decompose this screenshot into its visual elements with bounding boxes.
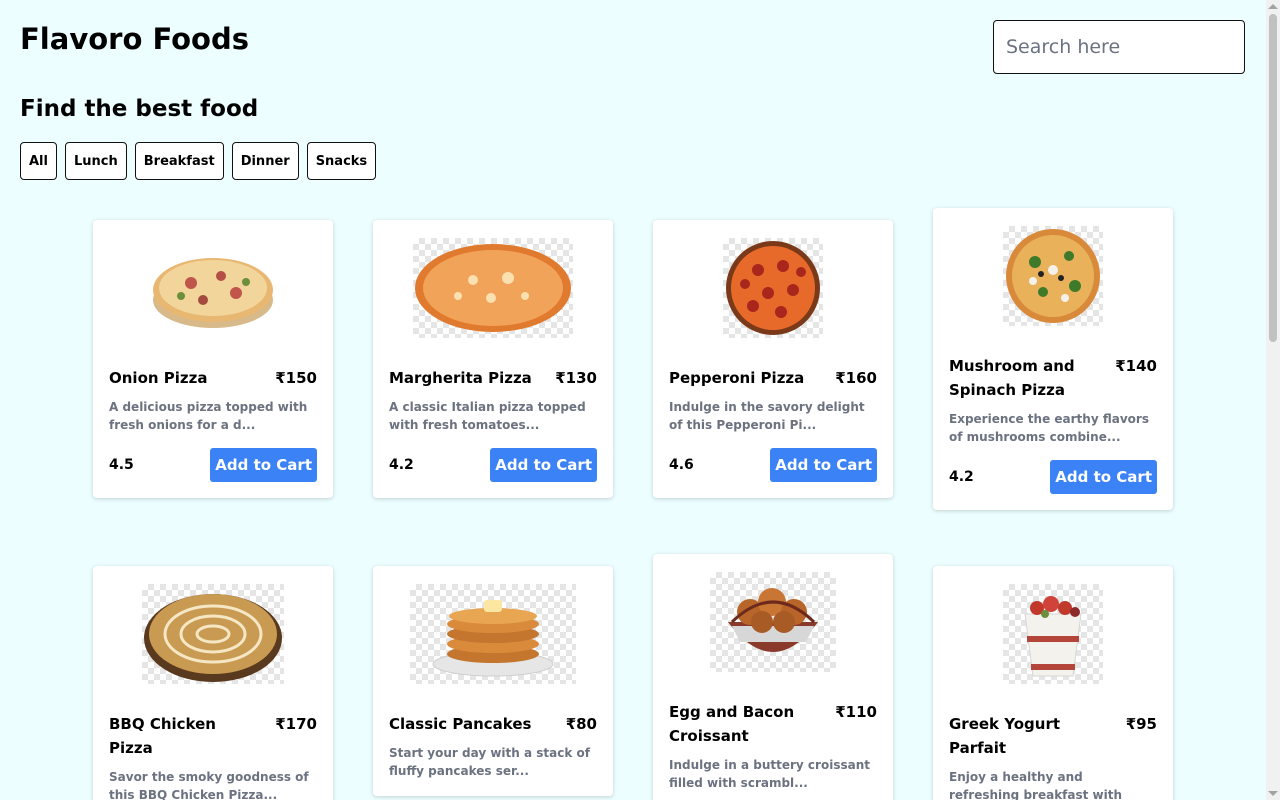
food-rating: 4.2 [389,457,414,473]
food-description: Enjoy a healthy and refreshing breakfast… [949,770,1123,800]
food-image [669,570,877,674]
food-image [949,224,1157,328]
food-image [669,236,877,340]
food-price: ₹140 [1115,357,1157,375]
food-image [109,236,317,340]
croissant-basket-icon [710,572,836,672]
filter-breakfast-button[interactable]: Breakfast [134,142,224,180]
food-card: Greek Yogurt Parfait ₹95 Enjoy a healthy… [933,566,1173,800]
page: Flavoro Foods Find the best food All Lun… [0,0,1266,800]
food-name: Greek Yogurt Parfait [949,715,1061,757]
food-description: Experience the earthy flavors of mushroo… [949,412,1149,444]
food-image [389,236,597,340]
add-to-cart-button[interactable]: Add to Cart [210,448,317,482]
food-card: BBQ Chicken Pizza ₹170 Savor the smoky g… [93,566,333,800]
pizza-icon [151,238,275,338]
pizza-icon [413,238,573,338]
food-description: Start your day with a stack of fluffy pa… [389,746,590,778]
food-card: Classic Pancakes ₹80 Start your day with… [373,566,613,796]
food-image [109,582,317,686]
brand-title: Flavoro Foods [20,22,249,56]
food-rating: 4.5 [109,457,134,473]
food-name: BBQ Chicken Pizza [109,715,216,757]
filter-all-button[interactable]: All [20,142,57,180]
food-card: Pepperoni Pizza ₹160 Indulge in the savo… [653,220,893,498]
food-price: ₹170 [275,715,317,733]
search-input[interactable] [993,20,1245,74]
filter-dinner-button[interactable]: Dinner [231,142,299,180]
pizza-icon [142,584,284,684]
food-price: ₹130 [555,369,597,387]
food-name: Margherita Pizza [389,369,532,387]
category-filters: All Lunch Breakfast Dinner Snacks [20,142,377,180]
add-to-cart-button[interactable]: Add to Cart [770,448,877,482]
food-price: ₹150 [275,369,317,387]
food-price: ₹160 [835,369,877,387]
food-description: Savor the smoky goodness of this BBQ Chi… [109,770,309,800]
pizza-icon [1003,226,1103,326]
food-name: Classic Pancakes [389,715,532,733]
pizza-icon [723,238,823,338]
food-description: A classic Italian pizza topped with fres… [389,400,586,432]
food-card: Onion Pizza ₹150 A delicious pizza toppe… [93,220,333,498]
food-card: Mushroom and Spinach Pizza ₹140 Experien… [933,208,1173,510]
food-name: Egg and Bacon Croissant [669,703,795,745]
food-card: Margherita Pizza ₹130 A classic Italian … [373,220,613,498]
food-price: ₹110 [835,703,877,721]
food-price: ₹95 [1125,715,1157,733]
vertical-scrollbar[interactable] [1266,0,1280,800]
pancake-icon [410,584,576,684]
food-description: Indulge in a buttery croissant filled wi… [669,758,870,790]
filter-lunch-button[interactable]: Lunch [64,142,127,180]
scroll-up-icon[interactable] [1268,4,1278,9]
food-name: Pepperoni Pizza [669,369,805,387]
food-name: Mushroom and Spinach Pizza [949,357,1075,399]
section-subtitle: Find the best food [20,96,259,122]
add-to-cart-button[interactable]: Add to Cart [1050,460,1157,494]
food-card: Egg and Bacon Croissant ₹110 Indulge in … [653,554,893,800]
filter-snacks-button[interactable]: Snacks [306,142,377,180]
food-rating: 4.2 [949,469,974,485]
food-price: ₹80 [565,715,597,733]
food-image [949,582,1157,686]
food-description: Indulge in the savory delight of this Pe… [669,400,865,432]
scroll-down-icon[interactable] [1268,791,1278,796]
add-to-cart-button[interactable]: Add to Cart [490,448,597,482]
food-description: A delicious pizza topped with fresh onio… [109,400,308,432]
food-image [389,582,597,686]
parfait-icon [1003,584,1103,684]
scrollbar-thumb[interactable] [1269,14,1277,342]
food-name: Onion Pizza [109,369,208,387]
food-rating: 4.6 [669,457,694,473]
